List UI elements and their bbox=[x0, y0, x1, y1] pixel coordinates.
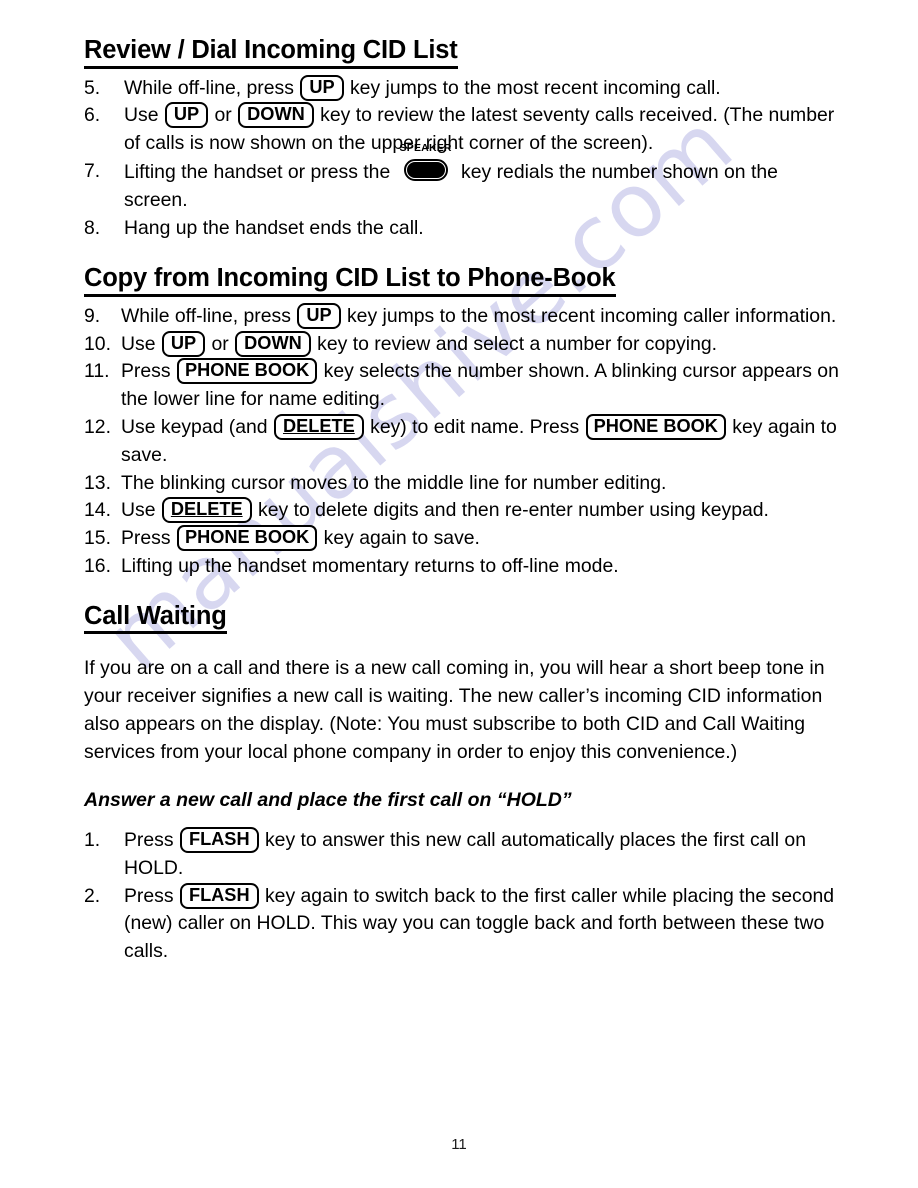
step-text: Lifting up the handset momentary returns… bbox=[121, 555, 619, 578]
step-number: 1. bbox=[84, 828, 101, 851]
speaker-key-fill bbox=[406, 161, 445, 178]
step-number: 5. bbox=[84, 76, 101, 99]
list-item: 11. Press PHONE BOOK key selects the num… bbox=[84, 358, 840, 414]
list-item: 2. Press FLASH key again to switch back … bbox=[84, 882, 840, 966]
list-item: 14. Use DELETE key to delete digits and … bbox=[84, 497, 840, 525]
section-heading-copy-to-phonebook: Copy from Incoming CID List to Phone-Boo… bbox=[84, 264, 616, 297]
step-text: key again to save. bbox=[318, 527, 480, 550]
step-text: Use bbox=[124, 104, 164, 127]
list-item: 13. The blinking cursor moves to the mid… bbox=[84, 470, 840, 498]
step-text: key to delete digits and then re-enter n… bbox=[252, 499, 769, 522]
page-content: Review / Dial Incoming CID List 5. While… bbox=[84, 36, 840, 966]
section-heading-review-dial: Review / Dial Incoming CID List bbox=[84, 36, 458, 69]
step-number: 14. bbox=[84, 499, 111, 522]
section-heading-review-dial-wrapper: Review / Dial Incoming CID List bbox=[84, 36, 840, 69]
section-heading-call-waiting-wrapper: Call Waiting bbox=[84, 602, 840, 635]
step-text: key) to edit name. Press bbox=[364, 416, 585, 439]
call-waiting-paragraph: If you are on a call and there is a new … bbox=[84, 657, 825, 763]
list-item: 7. Lifting the handset or press the SPEA… bbox=[84, 142, 840, 215]
key-up[interactable]: UP bbox=[164, 102, 209, 129]
list-item: 8. Hang up the handset ends the call. bbox=[84, 215, 840, 243]
steps-list-call-waiting: 1. Press FLASH key to answer this new ca… bbox=[84, 826, 840, 966]
step-text: While off-line, press bbox=[124, 76, 300, 99]
step-text: Press bbox=[124, 828, 179, 851]
key-phone-book[interactable]: PHONE BOOK bbox=[176, 525, 318, 552]
step-text: Use keypad (and bbox=[121, 416, 273, 439]
step-text: or bbox=[206, 332, 235, 355]
key-flash[interactable]: FLASH bbox=[179, 826, 259, 853]
step-text: The blinking cursor moves to the middle … bbox=[121, 471, 667, 494]
list-item: 1. Press FLASH key to answer this new ca… bbox=[84, 826, 840, 883]
step-text: key to review and select a number for co… bbox=[311, 332, 718, 355]
key-up[interactable]: UP bbox=[161, 330, 206, 357]
step-text: Press bbox=[121, 360, 176, 383]
key-delete[interactable]: DELETE bbox=[273, 414, 364, 441]
key-phone-book[interactable]: PHONE BOOK bbox=[585, 414, 726, 441]
key-delete[interactable]: DELETE bbox=[161, 497, 252, 524]
step-number: 7. bbox=[84, 159, 101, 182]
step-number: 6. bbox=[84, 104, 101, 127]
speaker-key-icon[interactable]: SPEAKER bbox=[400, 142, 452, 182]
step-number: 10. bbox=[84, 332, 111, 355]
steps-list-copy-to-phonebook: 9. While off-line, press UP key jumps to… bbox=[84, 302, 840, 581]
step-number: 12. bbox=[84, 416, 111, 439]
key-down[interactable]: DOWN bbox=[238, 102, 314, 129]
key-phone-book[interactable]: PHONE BOOK bbox=[176, 358, 318, 385]
step-number: 2. bbox=[84, 884, 101, 907]
step-text: Lifting the handset or press the bbox=[124, 160, 396, 183]
list-item: 10. Use UP or DOWN key to review and sel… bbox=[84, 330, 840, 359]
list-item: 6. Use UP or DOWN key to review the late… bbox=[84, 102, 840, 158]
list-item: 16. Lifting up the handset momentary ret… bbox=[84, 553, 840, 581]
list-item: 15. Press PHONE BOOK key again to save. bbox=[84, 525, 840, 553]
manual-page: Review / Dial Incoming CID List 5. While… bbox=[0, 0, 918, 1188]
step-text: Hang up the handset ends the call. bbox=[124, 216, 424, 239]
list-item: 5. While off-line, press UP key jumps to… bbox=[84, 74, 840, 103]
step-text: key jumps to the most recent incoming ca… bbox=[344, 76, 721, 99]
list-item: 12. Use keypad (and DELETE key) to edit … bbox=[84, 414, 840, 470]
step-text: or bbox=[209, 104, 238, 127]
step-text: Press bbox=[124, 884, 179, 907]
step-text: Press bbox=[121, 527, 176, 550]
section-heading-copy-wrapper: Copy from Incoming CID List to Phone-Boo… bbox=[84, 264, 840, 297]
step-text: While off-line, press bbox=[121, 304, 297, 327]
steps-list-review-dial: 5. While off-line, press UP key jumps to… bbox=[84, 74, 840, 243]
step-number: 9. bbox=[84, 304, 101, 327]
sub-heading-answer-new-call: Answer a new call and place the first ca… bbox=[84, 788, 572, 811]
step-text: key jumps to the most recent incoming ca… bbox=[341, 304, 837, 327]
key-down[interactable]: DOWN bbox=[235, 330, 311, 357]
step-number: 8. bbox=[84, 216, 101, 239]
step-number: 15. bbox=[84, 527, 111, 550]
step-number: 16. bbox=[84, 555, 111, 578]
key-up[interactable]: UP bbox=[297, 302, 341, 329]
step-text: Use bbox=[121, 499, 161, 522]
step-number: 13. bbox=[84, 471, 111, 494]
key-up[interactable]: UP bbox=[300, 74, 344, 101]
key-flash[interactable]: FLASH bbox=[179, 882, 259, 909]
list-item: 9. While off-line, press UP key jumps to… bbox=[84, 302, 840, 331]
step-text: Use bbox=[121, 332, 161, 355]
page-number: 11 bbox=[451, 1136, 467, 1153]
section-heading-call-waiting: Call Waiting bbox=[84, 602, 227, 635]
speaker-key-label: SPEAKER bbox=[399, 141, 452, 154]
step-number: 11. bbox=[84, 360, 110, 383]
